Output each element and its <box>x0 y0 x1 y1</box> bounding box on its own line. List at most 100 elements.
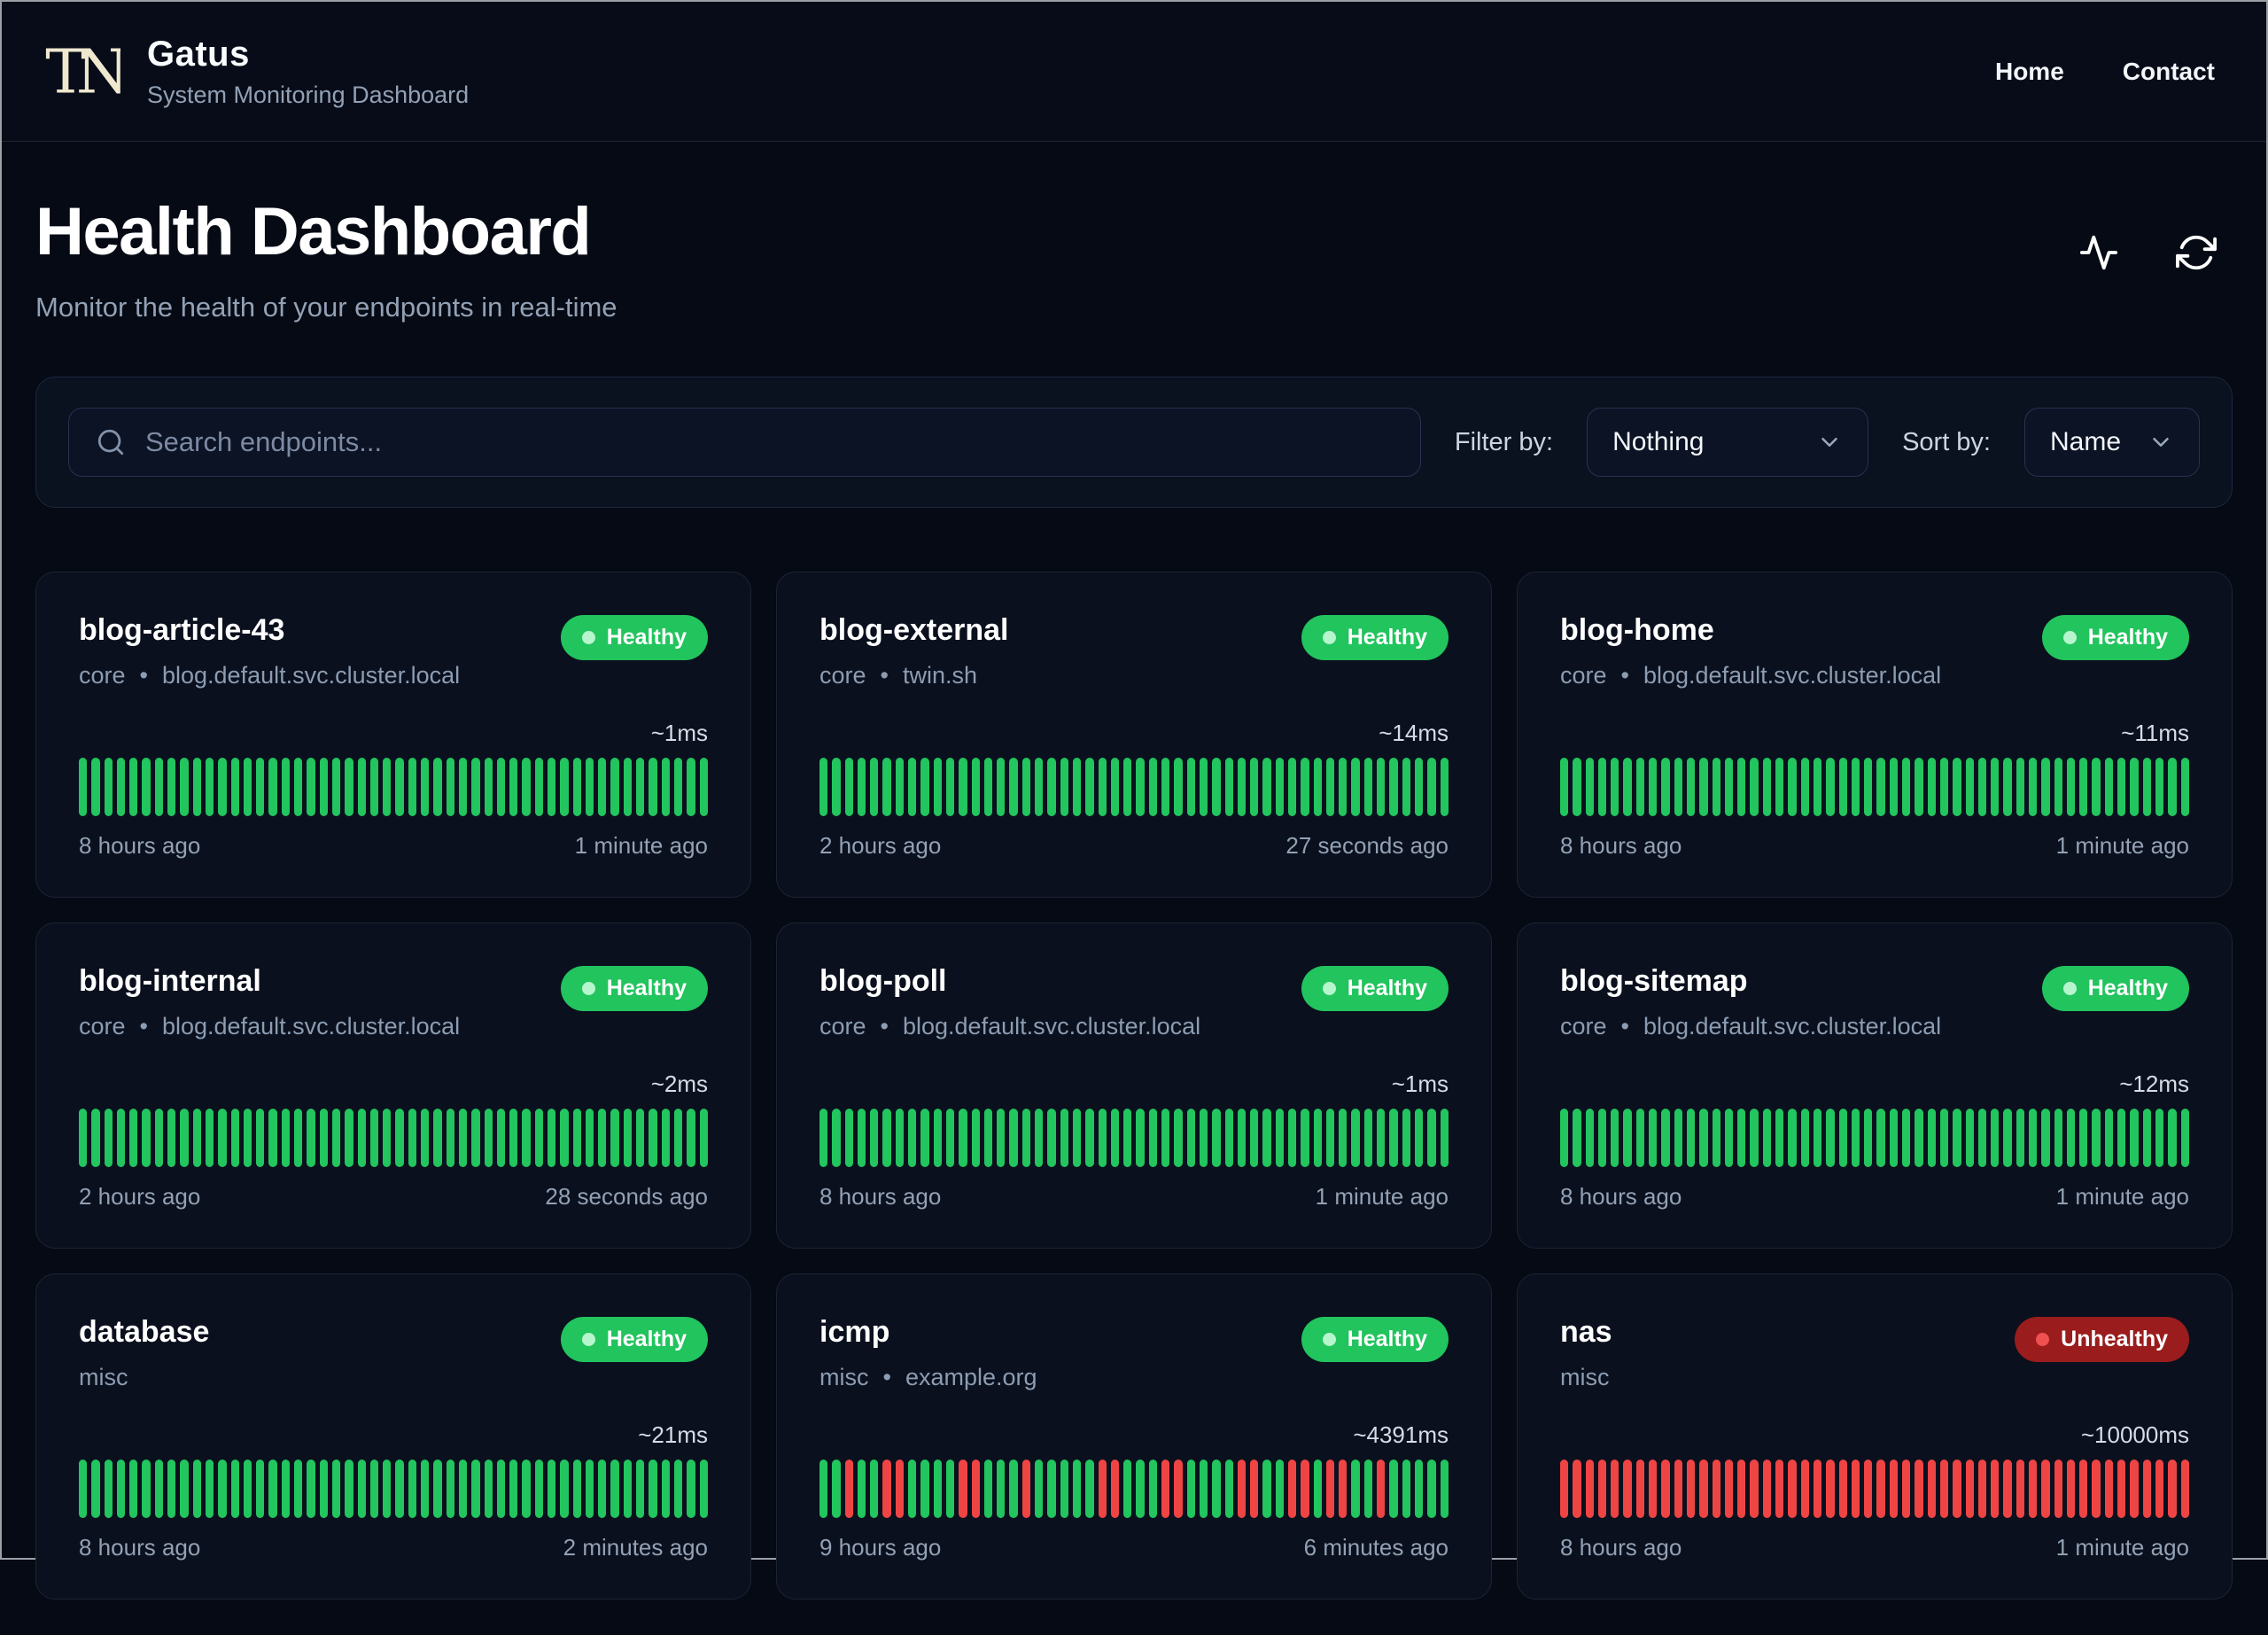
status-bar[interactable] <box>2079 1109 2088 1167</box>
status-bar[interactable] <box>623 1109 633 1167</box>
status-bar[interactable] <box>1021 758 1031 816</box>
status-bar[interactable] <box>1009 1460 1018 1518</box>
status-bar[interactable] <box>1876 1109 1885 1167</box>
status-bar[interactable] <box>1800 758 1809 816</box>
status-bar[interactable] <box>79 758 88 816</box>
status-bar[interactable] <box>1339 1460 1348 1518</box>
status-bar[interactable] <box>1915 1109 1923 1167</box>
status-bar[interactable] <box>1838 1460 1847 1518</box>
status-bar[interactable] <box>699 758 708 816</box>
status-bar[interactable] <box>256 1460 265 1518</box>
status-bar[interactable] <box>1262 1109 1271 1167</box>
status-bar[interactable] <box>218 758 227 816</box>
status-bar[interactable] <box>1649 1460 1658 1518</box>
status-bar[interactable] <box>1674 1460 1682 1518</box>
status-bar[interactable] <box>2016 1460 2024 1518</box>
status-bar[interactable] <box>307 1109 315 1167</box>
status-bar[interactable] <box>104 1109 113 1167</box>
status-bar[interactable] <box>908 1460 917 1518</box>
status-bar[interactable] <box>1623 758 1632 816</box>
status-bar[interactable] <box>1573 1109 1581 1167</box>
status-bar[interactable] <box>844 758 853 816</box>
status-bar[interactable] <box>1597 1109 1607 1167</box>
search-input[interactable] <box>145 426 1394 458</box>
status-bar[interactable] <box>281 758 291 816</box>
status-bar[interactable] <box>1110 1460 1120 1518</box>
status-bar[interactable] <box>509 1460 518 1518</box>
status-bar[interactable] <box>496 1460 506 1518</box>
status-bar[interactable] <box>661 758 670 816</box>
status-bar[interactable] <box>1186 758 1195 816</box>
status-bar[interactable] <box>2142 758 2151 816</box>
status-bar[interactable] <box>547 1460 556 1518</box>
status-bar[interactable] <box>1864 1109 1873 1167</box>
status-bar[interactable] <box>446 1109 454 1167</box>
status-bar[interactable] <box>369 758 379 816</box>
status-bar[interactable] <box>205 758 214 816</box>
status-bar[interactable] <box>1136 1460 1145 1518</box>
status-bar[interactable] <box>1597 1460 1607 1518</box>
status-bar[interactable] <box>844 1460 853 1518</box>
status-bar[interactable] <box>484 758 493 816</box>
status-bar[interactable] <box>91 1109 100 1167</box>
status-bar[interactable] <box>142 758 151 816</box>
status-bar[interactable] <box>192 1460 201 1518</box>
status-bar[interactable] <box>2003 1460 2012 1518</box>
status-bar[interactable] <box>433 1109 442 1167</box>
status-bar[interactable] <box>1977 758 1987 816</box>
status-bar[interactable] <box>1047 1109 1056 1167</box>
status-bar[interactable] <box>1174 758 1183 816</box>
status-bar[interactable] <box>699 1109 708 1167</box>
status-bar[interactable] <box>383 1460 392 1518</box>
status-bar[interactable] <box>673 1109 683 1167</box>
status-bar[interactable] <box>636 1460 645 1518</box>
status-bar[interactable] <box>1611 1109 1619 1167</box>
status-bar[interactable] <box>1750 1109 1759 1167</box>
status-bar[interactable] <box>661 1460 670 1518</box>
status-bar[interactable] <box>167 1460 176 1518</box>
status-bar[interactable] <box>2079 1460 2088 1518</box>
status-bar[interactable] <box>1560 1460 1569 1518</box>
status-bar[interactable] <box>534 758 543 816</box>
status-bar[interactable] <box>1876 1460 1885 1518</box>
status-bar[interactable] <box>1250 758 1259 816</box>
status-bar[interactable] <box>1212 1460 1221 1518</box>
status-bar[interactable] <box>1661 1460 1670 1518</box>
status-bar[interactable] <box>2028 758 2038 816</box>
status-bar[interactable] <box>1313 1460 1322 1518</box>
status-bar[interactable] <box>1325 758 1335 816</box>
status-bar[interactable] <box>1826 758 1835 816</box>
status-bar[interactable] <box>673 758 683 816</box>
status-bar[interactable] <box>1939 1460 1949 1518</box>
status-bar[interactable] <box>383 758 392 816</box>
status-bar[interactable] <box>243 758 252 816</box>
status-bar[interactable] <box>1813 1109 1822 1167</box>
status-bar[interactable] <box>959 1109 967 1167</box>
endpoint-card[interactable]: blog-sitemap core • blog.default.svc.clu… <box>1517 923 2233 1249</box>
status-bar[interactable] <box>649 758 657 816</box>
status-bar[interactable] <box>446 1460 454 1518</box>
status-bar[interactable] <box>79 1109 88 1167</box>
status-bar[interactable] <box>1339 1109 1348 1167</box>
status-bar[interactable] <box>2092 758 2101 816</box>
status-bar[interactable] <box>610 1109 619 1167</box>
status-bar[interactable] <box>1035 758 1044 816</box>
status-bar[interactable] <box>1262 758 1271 816</box>
status-bar[interactable] <box>610 1460 619 1518</box>
status-bar[interactable] <box>1560 1109 1569 1167</box>
status-bar[interactable] <box>1085 758 1094 816</box>
status-bar[interactable] <box>1674 758 1682 816</box>
status-bar[interactable] <box>882 758 891 816</box>
status-bar[interactable] <box>2155 1109 2164 1167</box>
status-bar[interactable] <box>1174 1109 1183 1167</box>
status-bar[interactable] <box>870 1109 879 1167</box>
status-bar[interactable] <box>598 758 607 816</box>
status-bar[interactable] <box>192 758 201 816</box>
status-bar[interactable] <box>509 758 518 816</box>
status-bar[interactable] <box>496 758 506 816</box>
status-bar[interactable] <box>1389 1109 1398 1167</box>
activity-button[interactable] <box>2078 232 2119 273</box>
status-bar[interactable] <box>585 758 594 816</box>
status-bar[interactable] <box>1965 1460 1974 1518</box>
status-bar[interactable] <box>1363 1109 1373 1167</box>
